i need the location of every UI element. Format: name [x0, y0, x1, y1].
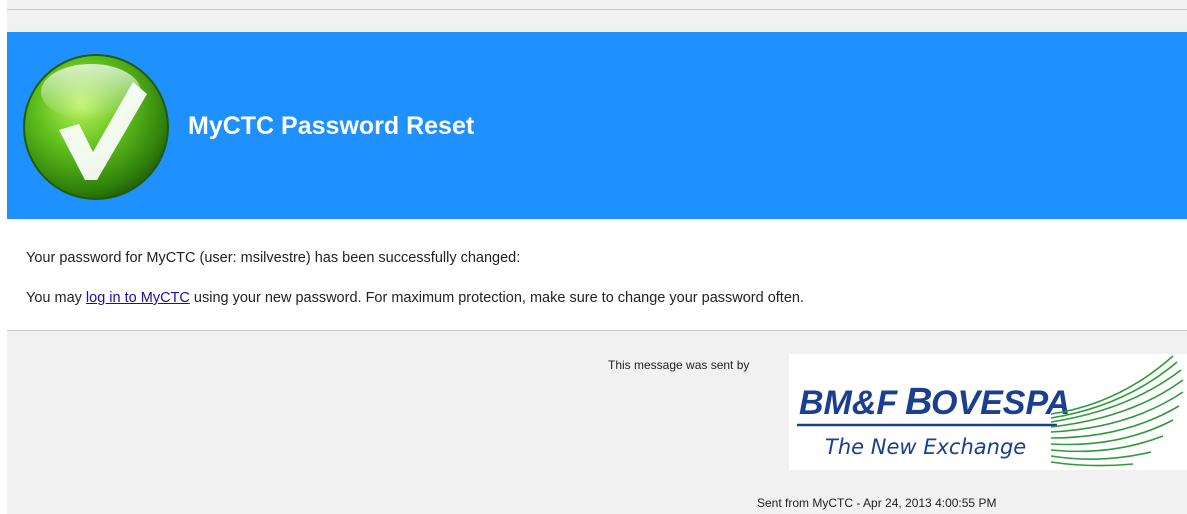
instruction-prefix: You may [26, 290, 86, 306]
header-banner: MyCTC Password Reset [7, 32, 1187, 219]
instruction-message: You may log in to MyCTC using your new p… [26, 290, 804, 306]
green-check-icon [23, 54, 169, 200]
page-title: MyCTC Password Reset [188, 112, 475, 140]
svg-text:OVESPA: OVESPA [931, 384, 1070, 422]
top-gap [7, 10, 1187, 32]
svg-text:BM&F: BM&F [799, 384, 898, 422]
svg-text:The New Exchange: The New Exchange [825, 435, 1026, 459]
instruction-suffix: using your new password. For maximum pro… [189, 290, 804, 306]
logo-graphic: BM&F B OVESPA The New Exchange [797, 355, 1184, 467]
top-strip [7, 0, 1187, 10]
sent-timestamp: Sent from MyCTC - Apr 24, 2013 4:00:55 P… [757, 496, 997, 510]
sent-by-label: This message was sent by [608, 358, 750, 372]
footer: This message was sent by BM&F B OVESPA T… [7, 330, 1187, 514]
email-frame: MyCTC Password Reset Your password for M… [0, 0, 1187, 514]
status-message: Your password for MyCTC (user: msilvestr… [26, 250, 521, 266]
bmfbovespa-logo: BM&F B OVESPA The New Exchange [789, 354, 1187, 470]
login-link[interactable]: log in to MyCTC [86, 290, 190, 306]
svg-text:B: B [905, 381, 932, 423]
